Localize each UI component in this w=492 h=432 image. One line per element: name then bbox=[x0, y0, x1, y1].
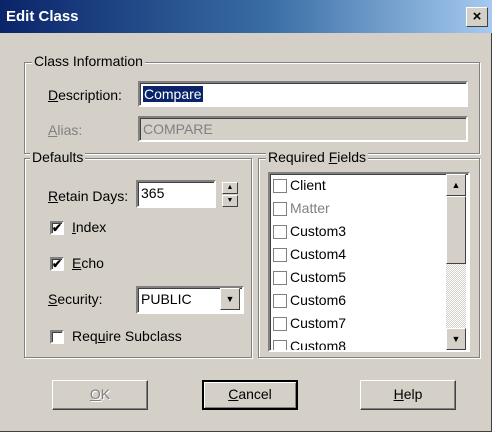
list-item-checkbox[interactable] bbox=[273, 340, 287, 350]
checkmark-icon: ✔ bbox=[52, 221, 63, 235]
close-button[interactable]: × bbox=[466, 7, 488, 27]
scroll-thumb[interactable] bbox=[446, 196, 466, 264]
list-item-label: Custom6 bbox=[290, 292, 347, 308]
retain-days-value: 365 bbox=[141, 185, 165, 201]
class-information-title: Class Information bbox=[32, 53, 145, 69]
list-item-label: Custom5 bbox=[290, 269, 347, 285]
retain-days-spinner: ▲ ▼ bbox=[222, 182, 238, 208]
cancel-button[interactable]: Cancel bbox=[202, 380, 298, 410]
alias-value: COMPARE bbox=[143, 121, 213, 137]
list-item-checkbox[interactable] bbox=[273, 225, 287, 239]
list-item-label: Custom4 bbox=[290, 246, 347, 262]
required-fields-list[interactable]: Client Matter Custom3 Custom4 Custom5 Cu… bbox=[268, 172, 470, 352]
ok-button[interactable]: OK bbox=[52, 380, 148, 410]
edit-class-dialog: Edit Class × Class Information Descripti… bbox=[0, 0, 492, 432]
defaults-title: Defaults bbox=[30, 149, 86, 165]
spin-down-button[interactable]: ▼ bbox=[222, 195, 238, 207]
list-item-label: Client bbox=[290, 177, 326, 193]
list-item-checkbox[interactable] bbox=[273, 179, 287, 193]
spin-up-button[interactable]: ▲ bbox=[222, 182, 238, 194]
list-item-checkbox[interactable] bbox=[273, 294, 287, 308]
list-item-checkbox[interactable] bbox=[273, 202, 287, 216]
description-value: Compare bbox=[143, 86, 203, 102]
checkmark-icon: ✔ bbox=[52, 257, 63, 271]
required-fields-title: Required Fields bbox=[266, 149, 369, 165]
retain-days-label: Retain Days: bbox=[48, 188, 129, 204]
list-item-label: Custom3 bbox=[290, 223, 347, 239]
help-button[interactable]: Help bbox=[360, 380, 456, 410]
alias-input[interactable]: COMPARE bbox=[138, 116, 468, 142]
echo-checkbox[interactable]: ✔ bbox=[50, 257, 64, 271]
list-item-label: Matter bbox=[290, 200, 330, 216]
retain-days-input[interactable]: 365 bbox=[136, 180, 216, 208]
list-scrollbar[interactable]: ▲ ▼ bbox=[446, 174, 466, 350]
close-icon: × bbox=[472, 8, 482, 25]
spin-down-icon: ▼ bbox=[226, 197, 234, 204]
security-value: PUBLIC bbox=[141, 291, 192, 307]
security-label: Security: bbox=[48, 291, 103, 307]
security-dropdown-button[interactable]: ▼ bbox=[220, 288, 240, 310]
scroll-up-button[interactable]: ▲ bbox=[446, 174, 466, 196]
list-item-checkbox[interactable] bbox=[273, 317, 287, 331]
list-item-checkbox[interactable] bbox=[273, 248, 287, 262]
index-label[interactable]: Index bbox=[72, 219, 106, 235]
require-subclass-label[interactable]: Require Subclass bbox=[72, 328, 182, 344]
scroll-up-icon: ▲ bbox=[451, 180, 461, 190]
description-input[interactable]: Compare bbox=[138, 81, 468, 107]
description-label: Description: bbox=[48, 87, 122, 103]
scroll-down-button[interactable]: ▼ bbox=[446, 328, 466, 350]
require-subclass-checkbox[interactable] bbox=[50, 330, 64, 344]
echo-label[interactable]: Echo bbox=[72, 255, 104, 271]
chevron-down-icon: ▼ bbox=[225, 294, 235, 304]
list-item-label: Custom7 bbox=[290, 315, 347, 331]
alias-label: Alias: bbox=[48, 122, 83, 138]
list-item-checkbox[interactable] bbox=[273, 271, 287, 285]
index-checkbox[interactable]: ✔ bbox=[50, 221, 64, 235]
title-bar[interactable]: Edit Class × bbox=[0, 0, 492, 33]
spin-up-icon: ▲ bbox=[226, 184, 234, 191]
scroll-down-icon: ▼ bbox=[451, 334, 461, 344]
window-title: Edit Class bbox=[6, 8, 79, 25]
list-item-label: Custom8 bbox=[290, 338, 347, 352]
